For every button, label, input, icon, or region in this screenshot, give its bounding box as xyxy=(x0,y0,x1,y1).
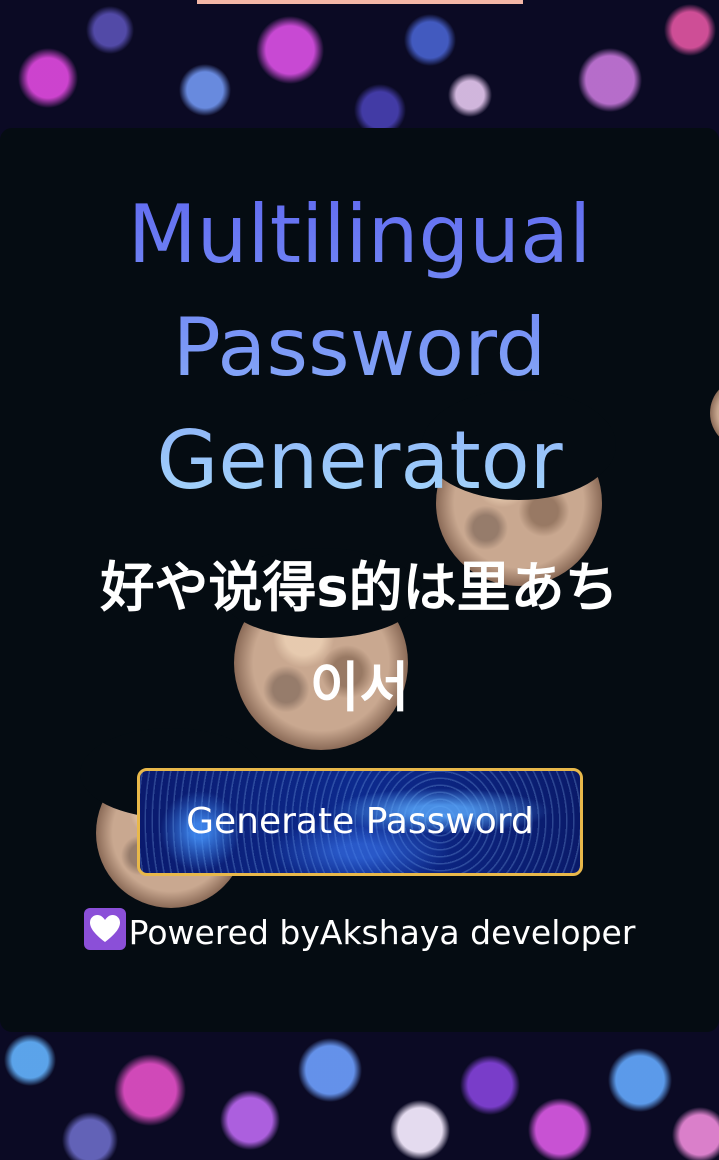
title-line-2: Password xyxy=(172,301,547,394)
footer-text: Powered byAkshaya developer xyxy=(128,913,636,952)
password-line-1: 好や说得s的は里あち xyxy=(100,556,619,619)
page-title: Multilingual Password Generator xyxy=(0,178,719,517)
footer-credit: Powered byAkshaya developer xyxy=(0,908,719,958)
heart-icon xyxy=(83,908,126,950)
page-background: Multilingual Password Generator 好や说得s的は里… xyxy=(0,0,719,1160)
title-line-1: Multilingual xyxy=(127,188,592,281)
generate-password-button[interactable]: Generate Password xyxy=(137,768,583,876)
title-line-3: Generator xyxy=(156,414,563,507)
top-accent-strip xyxy=(197,0,523,4)
generated-password: 好や说得s的は里あち 이서 xyxy=(40,538,679,738)
password-line-2: 이서 xyxy=(309,656,410,719)
generator-card: Multilingual Password Generator 好や说得s的は里… xyxy=(0,128,719,1032)
